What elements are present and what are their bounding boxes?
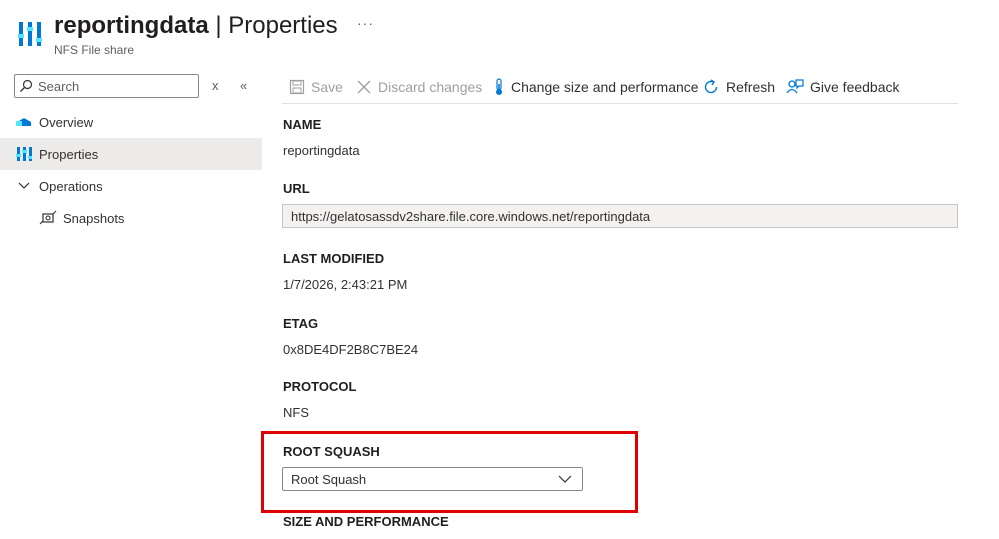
search-input[interactable]	[38, 78, 188, 94]
etag-label: ETAG	[283, 316, 319, 331]
page-header: reportingdata | Properties ··· NFS File …	[0, 0, 999, 64]
page-title: reportingdata | Properties	[54, 12, 338, 40]
root-squash-label: ROOT SQUASH	[283, 444, 380, 459]
clear-search-button[interactable]: x	[212, 78, 219, 93]
title-separator: |	[215, 12, 222, 39]
sidebar-item-label: Overview	[39, 114, 94, 130]
url-label: URL	[283, 181, 310, 196]
root-squash-dropdown[interactable]: Root Squash	[282, 467, 583, 491]
url-field[interactable]: https://gelatosassdv2share.file.core.win…	[282, 204, 958, 228]
change-size-label: Change size and performance	[511, 79, 699, 95]
name-label: NAME	[283, 117, 322, 132]
url-value: https://gelatosassdv2share.file.core.win…	[291, 208, 651, 224]
snapshot-icon	[38, 210, 58, 226]
refresh-icon	[702, 78, 720, 96]
chevron-down-icon	[14, 178, 34, 194]
properties-icon	[14, 146, 34, 162]
root-squash-selected-value: Root Squash	[291, 471, 367, 487]
refresh-label: Refresh	[726, 79, 776, 95]
resource-name: reportingdata	[54, 12, 209, 39]
overview-icon	[14, 114, 34, 130]
more-options-button[interactable]: ···	[357, 15, 374, 31]
last-modified-value: 1/7/2026, 2:43:21 PM	[283, 277, 408, 292]
blade-name: Properties	[228, 12, 338, 39]
sidebar-item-label: Properties	[39, 146, 99, 162]
change-size-performance-button[interactable]: Change size and performance	[493, 76, 699, 98]
resource-type-subtitle: NFS File share	[54, 43, 135, 57]
file-share-properties-icon	[18, 22, 42, 46]
sidebar-item-properties[interactable]: Properties	[0, 138, 262, 170]
protocol-label: PROTOCOL	[283, 379, 357, 394]
size-performance-label: SIZE AND PERFORMANCE	[283, 514, 449, 529]
sidebar-item-overview[interactable]: Overview	[0, 106, 262, 138]
discard-changes-button[interactable]: Discard changes	[356, 76, 482, 98]
search-icon	[20, 79, 33, 92]
feedback-icon	[786, 78, 804, 96]
sidebar-item-label: Operations	[39, 178, 103, 194]
close-icon	[356, 79, 372, 95]
discard-label: Discard changes	[378, 79, 483, 95]
etag-value: 0x8DE4DF2B8C7BE24	[283, 342, 419, 357]
save-button[interactable]: Save	[289, 76, 343, 98]
command-bar: Save Discard changes Change size and per…	[282, 72, 958, 104]
save-label: Save	[311, 79, 343, 95]
thermometer-icon	[493, 78, 505, 96]
sidebar-search[interactable]	[14, 74, 199, 98]
give-feedback-button[interactable]: Give feedback	[786, 76, 900, 98]
sidebar-item-operations[interactable]: Operations	[0, 170, 262, 202]
sidebar-item-label: Snapshots	[63, 210, 125, 226]
collapse-sidebar-button[interactable]: «	[240, 78, 247, 93]
chevron-down-icon	[558, 475, 572, 483]
save-icon	[289, 79, 305, 95]
name-value: reportingdata	[283, 143, 360, 158]
sidebar-item-snapshots[interactable]: Snapshots	[0, 202, 262, 234]
give-feedback-label: Give feedback	[810, 79, 900, 95]
last-modified-label: LAST MODIFIED	[283, 251, 385, 266]
refresh-button[interactable]: Refresh	[702, 76, 775, 98]
protocol-value: NFS	[283, 405, 309, 420]
